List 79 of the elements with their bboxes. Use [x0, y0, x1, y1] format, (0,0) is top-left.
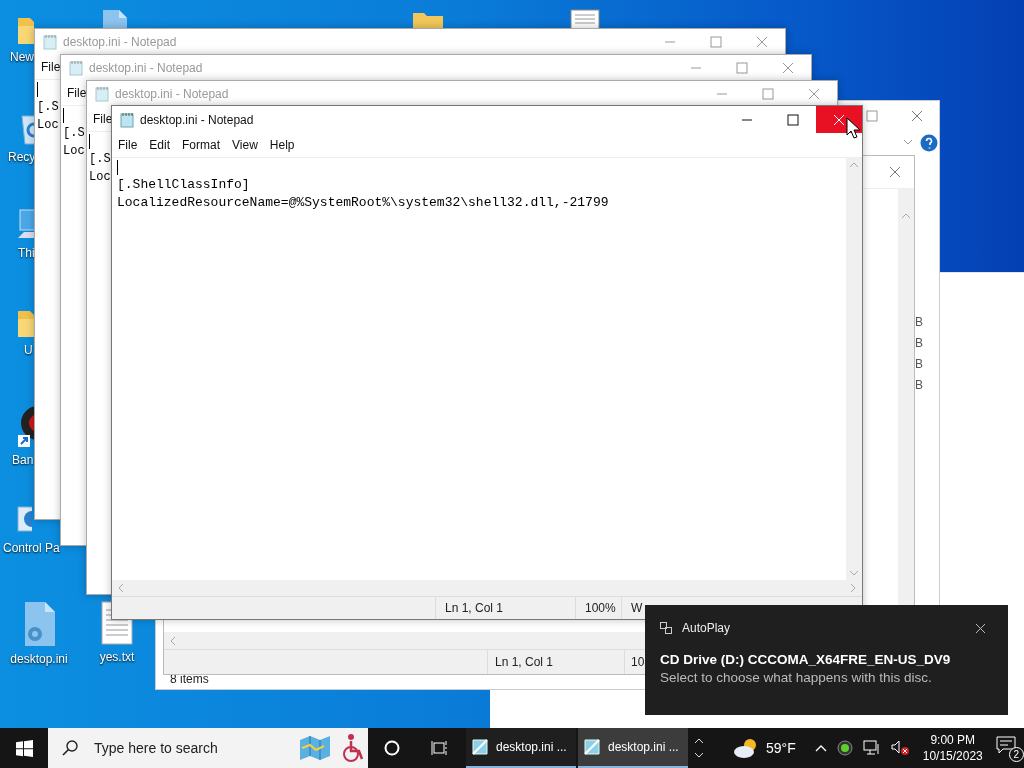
search-icon [62, 740, 78, 756]
weather-temperature[interactable]: 59°F [766, 740, 796, 756]
map-icon [298, 734, 332, 762]
icon-label[interactable]: yes.txt [99, 650, 135, 664]
text-line: [.ShellClassInfo] [117, 176, 250, 194]
text-file-icon[interactable] [569, 8, 601, 30]
window-title: desktop.ini - Notepad [89, 61, 203, 75]
icon-label[interactable]: Thi [2, 246, 35, 260]
mouse-pointer-icon [846, 117, 860, 139]
chevron-down-icon[interactable] [903, 139, 913, 145]
notification-count: 2 [1008, 747, 1024, 762]
menu-item[interactable]: File [90, 112, 116, 126]
file-size: B [915, 336, 923, 350]
notification-toast[interactable]: AutoPlay CD Drive (D:) CCCOMA_X64FRE_EN-US_DV9 Select to choose what happens with this disc. [645, 605, 1008, 715]
icon-label[interactable]: Control Pa [0, 541, 60, 555]
chevron-up-icon[interactable] [814, 744, 827, 752]
text-line: [.S [89, 151, 111, 168]
toast-app-name: AutoPlay [682, 621, 731, 635]
text-line: Loc [37, 117, 59, 134]
zoom-level: 10 [624, 650, 645, 674]
text-line: LocalizedResourceName=@%SystemRoot%\system32\shell32.dll,-21799 [117, 194, 609, 212]
maximize-icon [787, 113, 799, 126]
text-cursor [63, 107, 64, 123]
taskbar-app[interactable]: desktop.ini ... [466, 728, 576, 768]
cursor-position: Ln 1, Col 1 [487, 650, 624, 674]
notepad-icon [43, 34, 57, 50]
file-size: B [915, 315, 923, 329]
menu-item[interactable]: File [64, 86, 90, 100]
clock-date[interactable]: 10/15/2023 [922, 748, 983, 764]
menu-item[interactable]: Help [266, 138, 298, 152]
icon-label[interactable]: New [2, 50, 34, 64]
file-size: B [915, 378, 923, 392]
taskbar-app[interactable]: desktop.ini ... [578, 728, 688, 768]
help-icon[interactable] [920, 134, 938, 152]
close-icon[interactable] [975, 622, 986, 634]
menu-item[interactable]: View [229, 138, 261, 152]
text-line: Loc [89, 169, 111, 186]
notepad-icon [95, 86, 109, 102]
window-title: desktop.ini - Notepad [140, 112, 254, 127]
tray-app-icon[interactable] [836, 740, 853, 756]
notifications-icon[interactable] [995, 736, 1016, 754]
text-line: Loc [63, 143, 85, 160]
close-icon[interactable] [889, 166, 901, 178]
notepad-icon [582, 737, 602, 757]
windows-logo-icon [15, 739, 33, 757]
task-view-icon [431, 740, 449, 756]
icon-label[interactable]: U [2, 343, 33, 357]
notepad-icon [69, 60, 83, 76]
speaker-muted-icon[interactable] [890, 740, 911, 756]
close-icon[interactable] [911, 110, 923, 122]
autoplay-icon [660, 622, 672, 634]
circle-icon [384, 740, 400, 756]
text-cursor [117, 159, 118, 175]
text-cursor [37, 81, 38, 97]
zoom-level: 100% [575, 597, 621, 619]
text-line: [.S [37, 99, 59, 116]
menu-item[interactable]: Format [179, 138, 224, 152]
line-ending: W [621, 597, 643, 619]
notepad-icon [470, 737, 490, 757]
notepad-icon [120, 111, 134, 128]
network-icon[interactable] [862, 740, 881, 756]
file-size: B [915, 357, 923, 371]
search-field[interactable]: Type here to search [48, 728, 368, 768]
search-placeholder: Type here to search [94, 740, 219, 756]
menu-item[interactable]: Edit [146, 138, 174, 152]
icon-label[interactable]: desktop.ini [10, 652, 68, 666]
icon-label[interactable]: Ban [2, 453, 34, 467]
window-title: desktop.ini - Notepad [63, 35, 177, 49]
icon-label[interactable]: Recy [2, 150, 36, 164]
toast-message: Select to choose what happens with this disc. [660, 670, 933, 685]
text-cursor [89, 133, 90, 149]
cursor-position: Ln 1, Col 1 [435, 597, 575, 619]
clock-time[interactable]: 9:00 PM [930, 732, 976, 748]
menu-item[interactable]: File [38, 60, 64, 74]
window-title: desktop.ini - Notepad [115, 87, 229, 101]
text-line: [.S [63, 125, 85, 142]
toast-title: CD Drive (D:) CCCOMA_X64FRE_EN-US_DV9 [660, 652, 952, 667]
menu-item[interactable]: File [115, 138, 141, 152]
close-icon [833, 113, 845, 126]
